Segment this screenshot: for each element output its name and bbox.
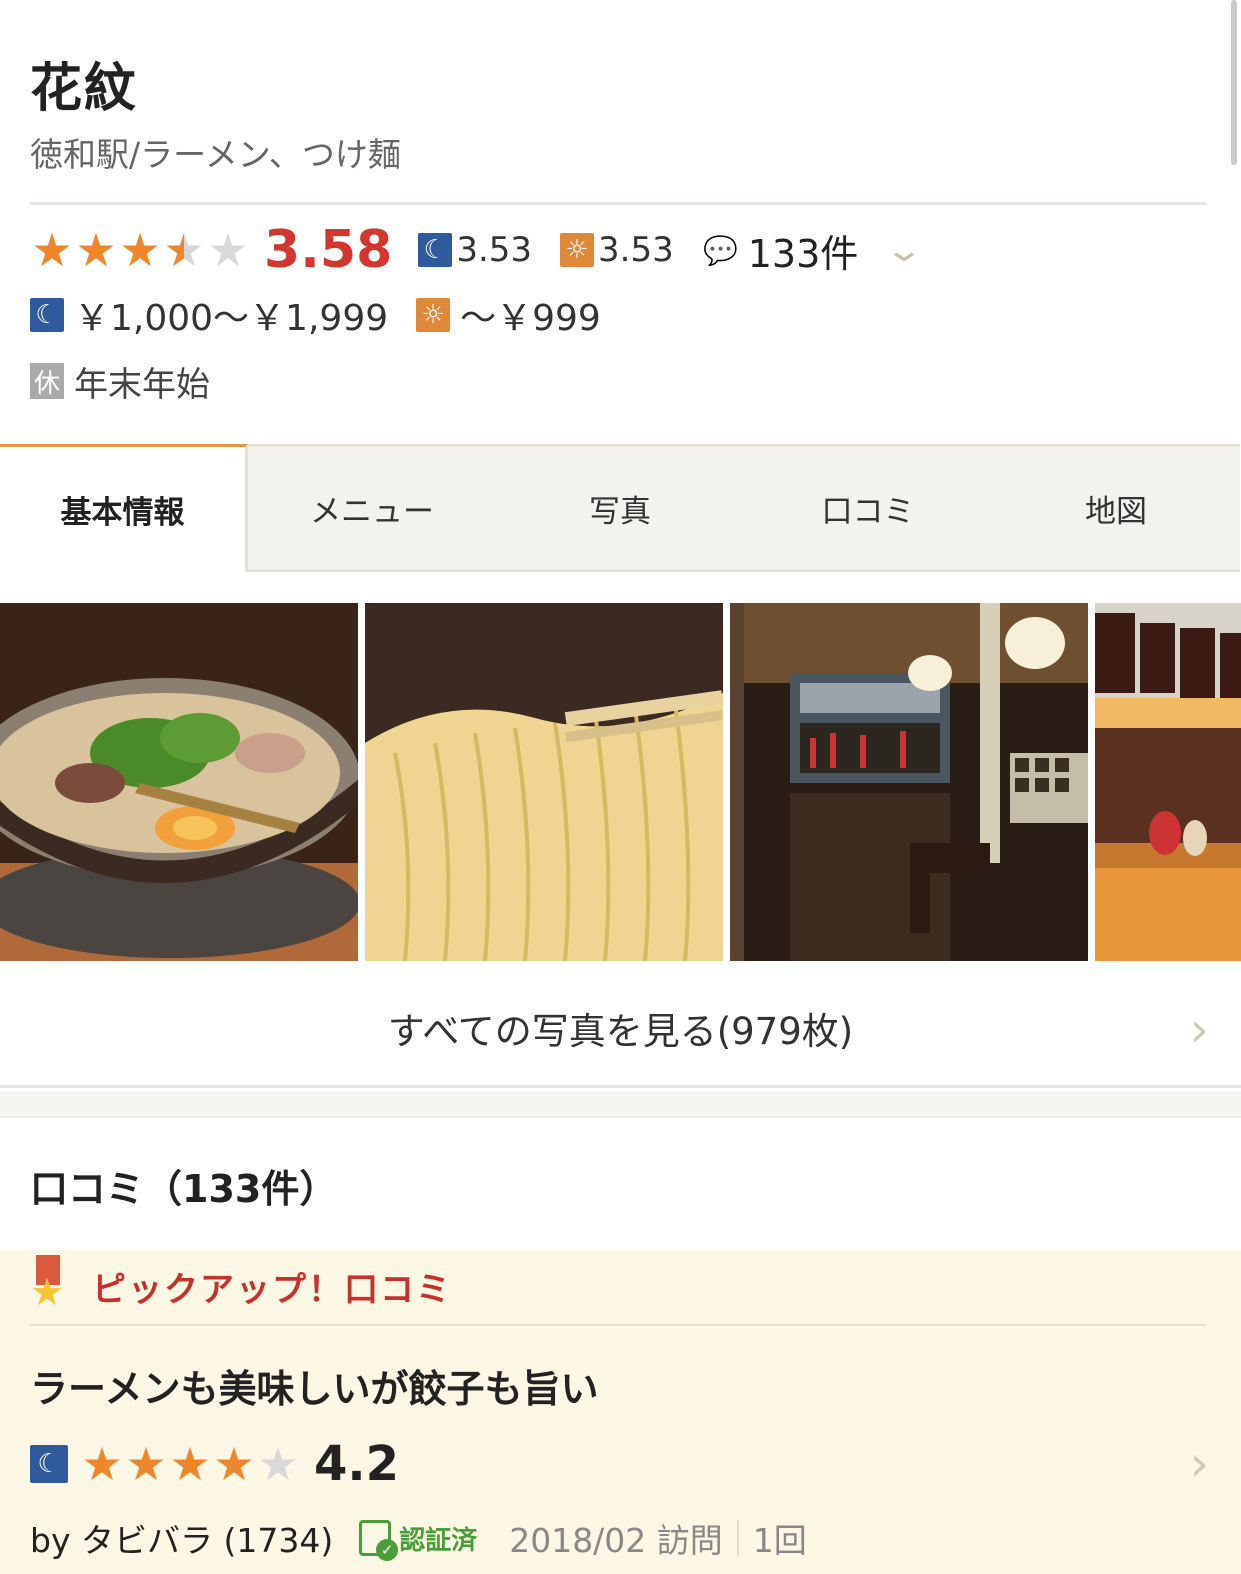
star-icon: ★ [75,223,117,277]
photo-strip [0,603,1241,961]
meta-separator [736,1520,739,1556]
moon-icon: ☾ [30,298,64,332]
star-icon: ★ [169,1437,211,1491]
chevron-right-icon[interactable]: › [1190,1436,1209,1492]
photo-counter[interactable] [1095,603,1241,961]
star-icon: ★ [81,1437,123,1491]
review-score: 4.2 [314,1436,400,1492]
tab-map[interactable]: 地図 [992,444,1240,572]
ribbon-medal-icon: ★ [30,1255,66,1317]
star-icon: ★ [31,223,73,277]
pickup-divider [30,1324,1206,1326]
tab-photos[interactable]: 写真 [496,444,744,572]
chevron-down-icon[interactable]: ⌄ [885,230,925,270]
moon-icon: ☾ [418,233,453,267]
rating-stars: ★ ★ ★ ★ ★ [30,227,250,273]
review-title[interactable]: ラーメンも美味しいが餃子も旨い [30,1358,598,1413]
budget-night: ￥1,000～￥1,999 [74,298,389,339]
pickup-label: ピックアップ！口コミ [92,1269,452,1310]
photo-ramen-bowl[interactable] [0,603,358,961]
all-photos-label: すべての写真を見る(979枚) [387,1009,854,1053]
tab-bar: 基本情報 メニュー 写真 口コミ 地図 [0,444,1241,574]
visit-times: 1回 [752,1521,807,1560]
budget-day: ～￥999 [460,298,601,339]
section-gap [0,1091,1241,1118]
reviewer-name[interactable]: by タビバラ (1734) [30,1514,333,1562]
speech-bubble-icon: 💬 [703,233,739,267]
verified-icon [359,1520,399,1561]
reviews-heading: 口コミ（133件） [30,1167,338,1211]
shop-genre: 徳和駅/ラーメン、つけ麺 [30,135,401,174]
verified-badge: 認証済 [359,1520,478,1561]
holiday-badge: 休 [30,363,64,399]
shop-name: 花紋 [30,59,139,119]
pickup-review-card[interactable]: ★ ピックアップ！口コミ ラーメンも美味しいが餃子も旨い ☾ ★ ★ ★ ★ ★… [0,1250,1241,1574]
photo-noodles[interactable] [365,603,723,961]
sun-icon: ☼ [560,233,595,267]
holiday-row: 休 年末年始 [30,360,210,405]
page-scrollbar[interactable] [1231,0,1237,165]
review-count[interactable]: 133件 [748,223,859,278]
visit-date: 2018/02 訪問 [509,1521,723,1560]
tab-menu[interactable]: メニュー [248,444,496,572]
rating-row: ★ ★ ★ ★ ★ 3.58 ☾ 3.53 ☼ 3.53 💬 133件 ⌄ [30,220,924,280]
review-rating: ☾ ★ ★ ★ ★ ★ 4.2 [30,1436,399,1492]
holiday-text: 年末年始 [74,364,210,405]
verified-label: 認証済 [399,1525,478,1556]
header-divider [30,202,1206,205]
star-icon: ★ [125,1437,167,1491]
all-photos-link[interactable]: すべての写真を見る(979枚) › [0,970,1241,1088]
review-meta: by タビバラ (1734) 認証済 2018/02 訪問 1回 [30,1514,807,1562]
star-icon: ★ [213,1437,255,1491]
tab-basic-info[interactable]: 基本情報 [0,444,248,572]
rating-score: 3.58 [264,220,393,280]
tab-reviews[interactable]: 口コミ [744,444,992,572]
photo-interior-bar[interactable] [730,603,1088,961]
moon-icon: ☾ [30,1445,68,1483]
pickup-label-row: ★ ピックアップ！口コミ [30,1250,452,1322]
budget-row: ☾ ￥1,000～￥1,999 ☼ ～￥999 [30,292,629,339]
sun-icon: ☼ [416,298,451,332]
half-star-icon: ★ [163,223,205,277]
star-icon: ★ [119,223,161,277]
empty-star-icon: ★ [207,223,249,277]
day-score: 3.53 [598,230,674,270]
night-score: 3.53 [456,230,533,270]
empty-star-icon: ★ [257,1437,299,1491]
chevron-right-icon: › [1189,1002,1209,1058]
